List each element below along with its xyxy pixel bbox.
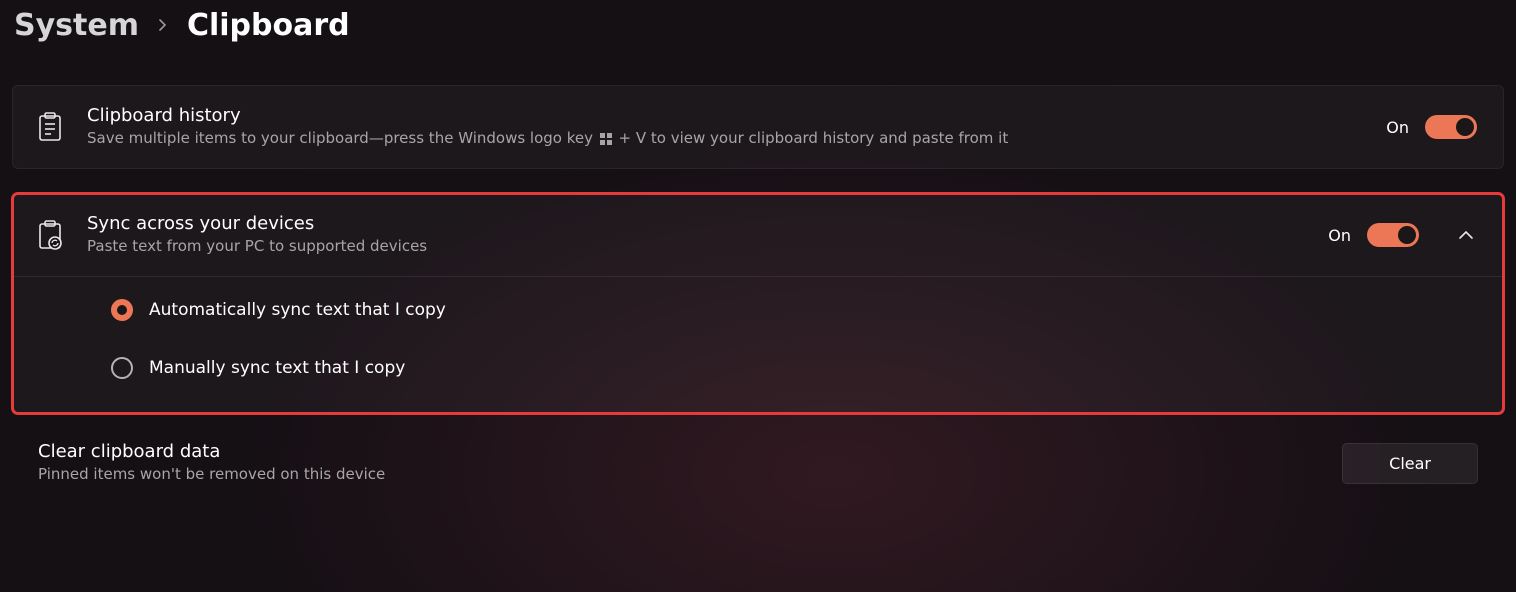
clear-clipboard-row: Clear clipboard data Pinned items won't … [12, 414, 1504, 486]
clear-clipboard-title: Clear clipboard data [38, 440, 1320, 464]
clipboard-sync-icon [35, 220, 65, 250]
sync-option-auto-radio[interactable] [111, 299, 133, 321]
breadcrumb-current: Clipboard [187, 8, 350, 43]
clear-clipboard-desc: Pinned items won't be removed on this de… [38, 464, 1320, 486]
sync-option-auto-row[interactable]: Automatically sync text that I copy [13, 277, 1503, 343]
sync-option-manual-label[interactable]: Manually sync text that I copy [149, 358, 405, 378]
breadcrumb: System Clipboard [0, 0, 1516, 57]
sync-option-manual-row[interactable]: Manually sync text that I copy [13, 343, 1503, 413]
chevron-up-icon[interactable] [1455, 224, 1477, 246]
chevron-right-icon [157, 15, 169, 36]
clipboard-history-title: Clipboard history [87, 104, 1364, 128]
breadcrumb-parent[interactable]: System [14, 8, 139, 43]
clipboard-icon [35, 112, 65, 142]
sync-devices-desc: Paste text from your PC to supported dev… [87, 236, 1306, 258]
clipboard-history-toggle-label: On [1386, 118, 1409, 137]
sync-option-manual-radio[interactable] [111, 357, 133, 379]
windows-logo-icon [600, 133, 612, 145]
sync-option-auto-label[interactable]: Automatically sync text that I copy [149, 300, 446, 320]
clipboard-history-desc: Save multiple items to your clipboard—pr… [87, 128, 1364, 150]
clear-button[interactable]: Clear [1342, 443, 1478, 484]
sync-devices-toggle[interactable] [1367, 223, 1419, 247]
clipboard-history-toggle[interactable] [1425, 115, 1477, 139]
sync-devices-title: Sync across your devices [87, 212, 1306, 236]
clipboard-history-card: Clipboard history Save multiple items to… [12, 85, 1504, 169]
sync-devices-toggle-label: On [1328, 226, 1351, 245]
sync-devices-card: Sync across your devices Paste text from… [12, 193, 1504, 414]
